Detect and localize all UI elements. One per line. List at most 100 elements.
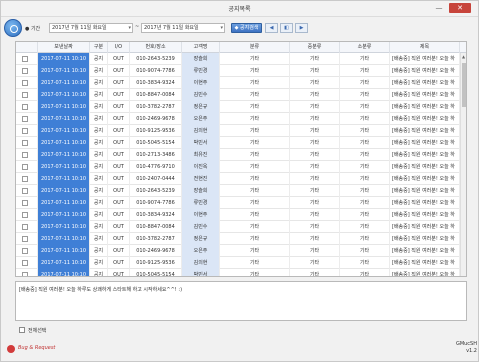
column-header[interactable]: 번호/장소 (130, 42, 182, 53)
cell-name: 김의현 (182, 125, 220, 137)
table-row[interactable]: 2017-07-11 10:10 공지 OUT 010-2643-5239 장슬희 기타 기… (16, 53, 460, 65)
column-header[interactable]: 중분류 (290, 42, 340, 53)
table-row[interactable]: 2017-07-11 10:10 공지 OUT 010-2407-0444 전현진 기타 기… (16, 173, 460, 185)
cell-phone: 010-2469-9678 (130, 245, 182, 257)
row-checkbox[interactable] (22, 92, 28, 98)
cell-phone: 010-3834-9324 (130, 77, 182, 89)
column-header[interactable]: 고객명 (182, 42, 220, 53)
table-row[interactable]: 2017-07-11 10:10 공지 OUT 010-9074-7786 류민경 기타 기… (16, 197, 460, 209)
row-checkbox[interactable] (22, 176, 28, 182)
vertical-scrollbar[interactable]: ▲ (460, 53, 466, 276)
cell-subject: [배송중] 직원 여러분! 오늘 하 (390, 125, 460, 137)
version-line2: v1.2 (466, 348, 477, 354)
table-row[interactable]: 2017-07-11 10:10 공지 OUT 010-9074-7786 류민경 기타 기… (16, 65, 460, 77)
minimize-button[interactable]: — (432, 3, 446, 13)
row-checkbox[interactable] (22, 200, 28, 206)
table-row[interactable]: 2017-07-11 10:10 공지 OUT 010-9125-9536 김의현 기타 기… (16, 257, 460, 269)
cell-io: OUT (108, 65, 130, 77)
notice-search-button[interactable]: ◆ 공지검색 (231, 23, 262, 33)
cell-io: OUT (108, 221, 130, 233)
column-header[interactable]: 분류 (220, 42, 290, 53)
row-checkbox[interactable] (22, 68, 28, 74)
table-row[interactable]: 2017-07-11 10:10 공지 OUT 010-3834-9324 이현주 기타 기… (16, 209, 460, 221)
cell-cat: 기타 (220, 125, 290, 137)
cell-subject: [배송중] 직원 여러분! 오늘 하 (390, 245, 460, 257)
calendar-button[interactable]: ◧ (280, 23, 293, 33)
column-header[interactable]: 구분 (90, 42, 108, 53)
cell-io: OUT (108, 245, 130, 257)
table-row[interactable]: 2017-07-11 10:10 공지 OUT 010-3782-2787 정은규 기타 기… (16, 233, 460, 245)
row-checkbox[interactable] (22, 128, 28, 134)
scrollbar-thumb[interactable] (462, 63, 466, 107)
close-button[interactable]: ✕ (449, 3, 471, 13)
cell-type: 공지 (90, 209, 108, 221)
bug-request-link[interactable]: Bug & Request (7, 343, 67, 355)
select-all-checkbox[interactable]: 전체선택 (19, 326, 79, 334)
cell-type: 공지 (90, 185, 108, 197)
table-row[interactable]: 2017-07-11 10:10 공지 OUT 010-5045-5154 박민서 기타 기… (16, 137, 460, 149)
checkbox-icon[interactable] (19, 327, 25, 333)
cell-subject: [배송중] 직원 여러분! 오늘 하 (390, 65, 460, 77)
cell-mid: 기타 (290, 113, 340, 125)
cell-type: 공지 (90, 173, 108, 185)
cell-sub: 기타 (340, 101, 390, 113)
date-to-picker[interactable]: 2017년 7월 11일 화요일 ▾ (141, 23, 225, 33)
row-checkbox[interactable] (22, 224, 28, 230)
cell-name: 이현주 (182, 77, 220, 89)
cell-mid: 기타 (290, 77, 340, 89)
row-checkbox[interactable] (22, 164, 28, 170)
row-checkbox[interactable] (22, 260, 28, 266)
brand-label: Bug & Request (18, 345, 56, 351)
cell-date: 2017-07-11 10:10 (38, 269, 90, 276)
cell-subject: [배송중] 직원 여러분! 오늘 하 (390, 137, 460, 149)
row-checkbox[interactable] (22, 116, 28, 122)
cell-type: 공지 (90, 53, 108, 65)
version-info: GMucSH v1.2 (449, 341, 477, 357)
table-row[interactable]: 2017-07-11 10:10 공지 OUT 010-3834-9324 이현주 기타 기… (16, 77, 460, 89)
notice-table: 보낸날짜 구분 I/O 번호/장소 고객명 분류 중분류 소분류 제목 2017… (15, 41, 467, 277)
table-row[interactable]: 2017-07-11 10:10 공지 OUT 010-4776-9710 이진옥 기타 기… (16, 161, 460, 173)
row-checkbox[interactable] (22, 140, 28, 146)
cell-mid: 기타 (290, 125, 340, 137)
row-checkbox[interactable] (22, 80, 28, 86)
row-checkbox[interactable] (22, 188, 28, 194)
table-row[interactable]: 2017-07-11 10:10 공지 OUT 010-3782-2787 정은규 기타 기… (16, 101, 460, 113)
cell-sub: 기타 (340, 65, 390, 77)
row-checkbox-cell (16, 269, 38, 276)
row-checkbox-cell (16, 137, 38, 149)
column-header[interactable]: 소분류 (340, 42, 390, 53)
table-row[interactable]: 2017-07-11 10:10 공지 OUT 010-2643-5239 장슬희 기타 기… (16, 185, 460, 197)
next-button[interactable]: ▶ (295, 23, 308, 33)
table-row[interactable]: 2017-07-11 10:10 공지 OUT 010-2713-3486 최유진 기타 기… (16, 149, 460, 161)
row-checkbox[interactable] (22, 248, 28, 254)
cell-subject: [배송중] 직원 여러분! 오늘 하 (390, 233, 460, 245)
table-row[interactable]: 2017-07-11 10:10 공지 OUT 010-2469-9678 오은주 기타 기… (16, 245, 460, 257)
scroll-up-icon[interactable]: ▲ (462, 54, 465, 59)
cell-cat: 기타 (220, 173, 290, 185)
table-row[interactable]: 2017-07-11 10:10 공지 OUT 010-5045-5154 박민서 기타 기… (16, 269, 460, 276)
column-header[interactable]: 보낸날짜 (38, 42, 90, 53)
row-checkbox[interactable] (22, 212, 28, 218)
row-checkbox[interactable] (22, 236, 28, 242)
table-row[interactable]: 2017-07-11 10:10 공지 OUT 010-9125-9536 김의현 기타 기… (16, 125, 460, 137)
table-row[interactable]: 2017-07-11 10:10 공지 OUT 010-2469-9678 오은주 기타 기… (16, 113, 460, 125)
cell-type: 공지 (90, 197, 108, 209)
table-row[interactable]: 2017-07-11 10:10 공지 OUT 010-8847-0084 김민수 기타 기… (16, 221, 460, 233)
column-header[interactable]: 제목 (390, 42, 460, 53)
cell-io: OUT (108, 89, 130, 101)
cell-io: OUT (108, 101, 130, 113)
cell-sub: 기타 (340, 257, 390, 269)
row-checkbox[interactable] (22, 56, 28, 62)
row-checkbox[interactable] (22, 272, 28, 276)
cell-cat: 기타 (220, 233, 290, 245)
date-from-picker[interactable]: 2017년 7월 11일 화요일 ▾ (49, 23, 133, 33)
prev-button[interactable]: ◀ (265, 23, 278, 33)
cell-date: 2017-07-11 10:10 (38, 149, 90, 161)
column-header[interactable]: I/O (108, 42, 130, 53)
row-checkbox[interactable] (22, 104, 28, 110)
cell-date: 2017-07-11 10:10 (38, 161, 90, 173)
row-checkbox[interactable] (22, 152, 28, 158)
row-checkbox-cell (16, 125, 38, 137)
table-row[interactable]: 2017-07-11 10:10 공지 OUT 010-8847-0084 김민수 기타 기… (16, 89, 460, 101)
cell-name: 류민경 (182, 65, 220, 77)
